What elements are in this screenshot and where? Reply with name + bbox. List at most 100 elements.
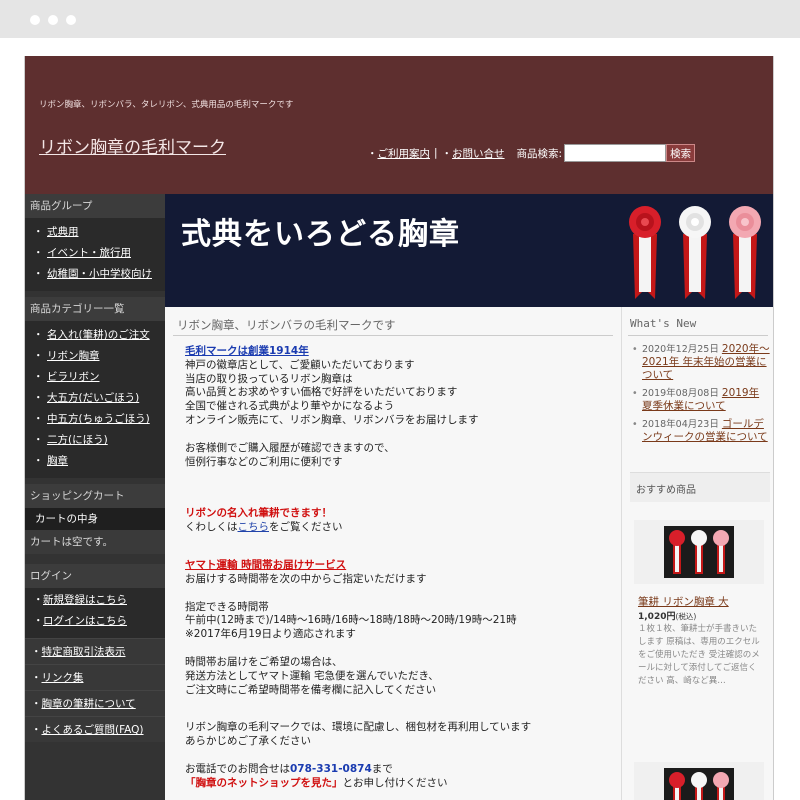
- intro-line: 神戸の徽章店として、ご愛顧いただいております: [185, 358, 415, 371]
- category-link[interactable]: リボン胸章: [47, 350, 100, 362]
- site-tagline: リボン胸章、リボンバラ、タレリボン、式典用品の毛利マークです: [39, 100, 294, 110]
- tokutei-link[interactable]: 特定商取引法表示: [42, 646, 126, 658]
- name-service-heading: リボンの名入れ筆耕できます！: [185, 507, 332, 520]
- time-note: ※2017年6月19日より適応されます: [185, 628, 356, 641]
- search-button[interactable]: 検索: [666, 144, 696, 162]
- price-tax: (税込): [675, 612, 697, 621]
- shop-name-text: 「胸章のネットショップを見た」: [185, 776, 343, 789]
- product-price: 1,020円(税込): [638, 609, 696, 622]
- intro-line: 全国で催される式典がより華やかになるよう: [185, 400, 395, 413]
- category-link[interactable]: 胸章: [47, 455, 68, 467]
- category-link[interactable]: ビラリボン: [47, 371, 100, 383]
- sidebar-link-item: ・リンク集: [25, 664, 165, 690]
- category-item: ・リボン胸章: [33, 350, 100, 362]
- news-item: 2020年12月25日 2020年～2021年 年末年始の営業について: [632, 343, 772, 382]
- category-link[interactable]: 中五方(ちゅうごほう): [47, 413, 150, 425]
- group-item: ・イベント・旅行用: [33, 247, 131, 259]
- category-link[interactable]: 大五方(だいごほう): [47, 392, 139, 404]
- window-dot-icon: [30, 15, 40, 25]
- window-dot-icon: [66, 15, 76, 25]
- contact-link[interactable]: お問い合せ: [452, 146, 505, 161]
- nav-bullet: ・: [367, 147, 378, 160]
- guide-link[interactable]: ご利用案内: [378, 146, 431, 161]
- news-item: 2018年04月23日 ゴールデンウィークの営業について: [632, 418, 772, 444]
- search-label: 商品検索:: [516, 147, 563, 160]
- news-list: 2020年12月25日 2020年～2021年 年末年始の営業について 2019…: [632, 343, 772, 449]
- intro-line: 高い品質とお求めやすい価格で好評をいただいております: [185, 386, 458, 399]
- time-request-line: 時間帯お届けをご希望の場合は、: [185, 655, 343, 668]
- right-column: What's New 2020年12月25日 2020年～2021年 年末年始の…: [621, 307, 773, 800]
- delivery-service-link[interactable]: ヤマト運輸 時間帯お届けサービス: [185, 559, 346, 571]
- login-item: ・ログインはこちら: [33, 615, 127, 627]
- product-description: １枚１枚、筆耕士が手書きいたします 原稿は、専用のエクセルをご使用いただき 受注…: [638, 624, 760, 686]
- time-heading: 指定できる時間帯: [185, 600, 269, 613]
- time-slots: 午前中(12時まで)/14時～16時/16時～18時/18時～20時/19時～2…: [185, 614, 517, 627]
- sidebar: 商品グループ ・式典用 ・イベント・旅行用 ・幼稚園・小中学校向け 商品カテゴリ…: [25, 194, 165, 800]
- ribbon-rosettes-icon: [669, 530, 729, 574]
- site-title-link[interactable]: リボン胸章の毛利マーク: [39, 133, 226, 158]
- details-text: をご覧ください: [269, 521, 343, 534]
- category-item: ・二方(にほう): [33, 434, 108, 446]
- register-link[interactable]: 新規登録はこちら: [43, 594, 127, 606]
- nav-bullet: ・: [441, 147, 453, 160]
- eco-line: リボン胸章の毛利マークでは、環境に配慮し、梱包材を再利用しています: [185, 721, 532, 734]
- page-frame: リボン胸章、リボンバラ、タレリボン、式典用品の毛利マークです リボン胸章の毛利マ…: [24, 56, 774, 800]
- links-page-link[interactable]: リンク集: [42, 672, 84, 684]
- group-link[interactable]: 幼稚園・小中学校向け: [47, 268, 152, 280]
- category-link[interactable]: 名入れ(筆耕)のご注文: [47, 329, 150, 341]
- login-heading: ログイン: [25, 564, 165, 588]
- news-heading: What's New: [630, 317, 697, 330]
- groups-heading: 商品グループ: [25, 194, 165, 218]
- main-title: リボン胸章、リボンバラの毛利マークです: [177, 318, 396, 332]
- banner-text: 式典をいろどる胸章: [181, 217, 460, 252]
- product-image[interactable]: [634, 762, 764, 800]
- ribbon-rosettes-icon: [669, 772, 729, 800]
- categories-heading: 商品カテゴリー一覧: [25, 297, 165, 321]
- news-item: 2019年08月08日 2019年 夏季休業について: [632, 387, 772, 413]
- categories-list: ・名入れ(筆耕)のご注文 ・リボン胸章 ・ビラリボン ・大五方(だいごほう) ・…: [25, 321, 165, 478]
- header-nav: ・ ご利用案内 | ・ お問い合せ 商品検索: 検索: [367, 144, 696, 162]
- founded-link[interactable]: 毛利マークは創業1914年: [185, 345, 309, 357]
- phone-text: お電話でのお問合せは: [185, 762, 290, 775]
- category-item: ・名入れ(筆耕)のご注文: [33, 329, 150, 341]
- product-image[interactable]: [634, 520, 764, 584]
- login-item: ・新規登録はこちら: [33, 594, 127, 606]
- sidebar-link-item: ・よくあるご質問(FAQ): [25, 716, 165, 742]
- hero-banner: 式典をいろどる胸章: [165, 194, 773, 307]
- groups-list: ・式典用 ・イベント・旅行用 ・幼稚園・小中学校向け: [25, 218, 165, 291]
- cart-subheading: カートの中身: [25, 508, 165, 530]
- hikkou-link[interactable]: 胸章の筆耕について: [42, 698, 136, 710]
- cart-heading: ショッピングカート: [25, 484, 165, 508]
- time-request-line: ご注文時にご希望時間帯を備考欄に記入してください: [185, 683, 437, 696]
- nav-separator: |: [434, 147, 438, 159]
- group-item: ・幼稚園・小中学校向け: [33, 268, 152, 280]
- faq-link[interactable]: よくあるご質問(FAQ): [42, 724, 144, 736]
- search-input[interactable]: [564, 144, 667, 162]
- divider: [628, 335, 768, 336]
- details-link[interactable]: こちら: [238, 521, 270, 533]
- news-date: 2018年04月23日: [642, 419, 719, 430]
- group-link[interactable]: 式典用: [47, 226, 79, 238]
- pink-ribbon-rosette-icon: [729, 206, 761, 299]
- category-item: ・大五方(だいごほう): [33, 392, 140, 404]
- sidebar-link-item: ・特定商取引法表示: [25, 638, 165, 664]
- group-link[interactable]: イベント・旅行用: [47, 247, 131, 259]
- window-dot-icon: [48, 15, 58, 25]
- intro-line: 当店の取り扱っているリボン胸章は: [185, 372, 353, 385]
- content-body: 毛利マークは創業1914年 神戸の徽章店として、ご愛顧いただいております 当店の…: [185, 345, 615, 791]
- main-content: リボン胸章、リボンバラの毛利マークです 毛利マークは創業1914年 神戸の徽章店…: [165, 307, 621, 800]
- cart-empty-text: カートは空です。: [25, 530, 165, 554]
- delivery-lead: お届けする時間帯を次の中からご指定いただけます: [185, 572, 427, 585]
- eco-line: あらかじめご了承ください: [185, 735, 311, 748]
- history-line: 恒例行事などのご利用に便利です: [185, 455, 343, 468]
- category-item: ・胸章: [33, 455, 68, 467]
- category-link[interactable]: 二方(にほう): [47, 434, 108, 446]
- intro-line: オンライン販売にて、リボン胸章、リボンバラをお届けします: [185, 413, 479, 426]
- login-link[interactable]: ログインはこちら: [43, 615, 127, 627]
- time-request-line: 発送方法としてヤマト運輸 宅急便を選んでいただき、: [185, 669, 439, 682]
- shop-post-text: とお申し付けください: [342, 776, 448, 789]
- phone-number[interactable]: 078-331-0874: [290, 763, 372, 775]
- product-name-link[interactable]: 筆耕 リボン胸章 大: [638, 594, 729, 609]
- site-header: リボン胸章、リボンバラ、タレリボン、式典用品の毛利マークです リボン胸章の毛利マ…: [25, 56, 773, 194]
- history-line: お客様側でご購入履歴が確認できますので、: [185, 441, 395, 454]
